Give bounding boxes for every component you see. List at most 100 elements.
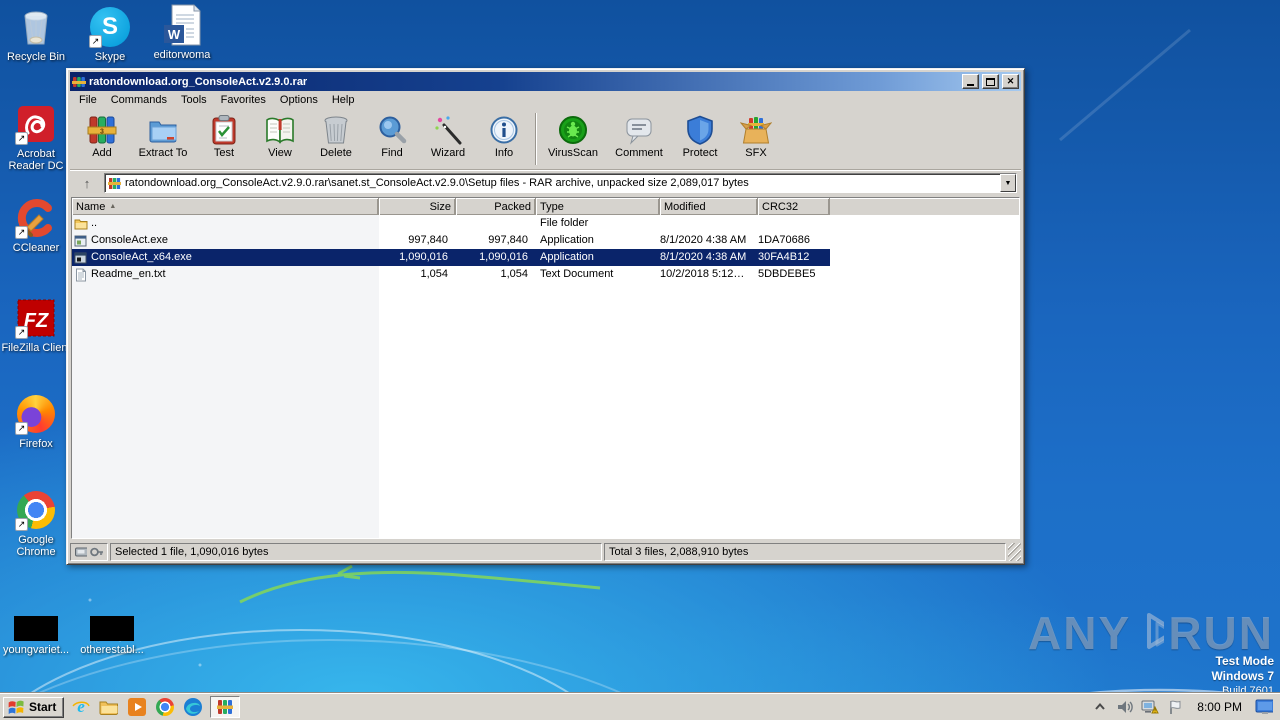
view-icon [266, 117, 294, 144]
column-header-modified[interactable]: Modified [660, 198, 758, 215]
sfx-button[interactable]: SFX [728, 111, 784, 167]
anyrun-logo-icon [1147, 613, 1165, 649]
column-header-type[interactable]: Type [536, 198, 660, 215]
list-header: Name ▲ Size Packed Type Modified CRC32 [72, 198, 1019, 215]
start-button[interactable]: Start [3, 696, 65, 718]
desktop-icon-youngvariet[interactable]: youngvariet... [0, 614, 72, 656]
table-row-consoleact-x64-exe-selected[interactable]: ConsoleAct_x64.exe 1,090,016 1,090,016 A… [72, 249, 830, 266]
title-bar[interactable]: ratondownload.org_ConsoleAct.v2.9.0.rar … [70, 72, 1021, 91]
start-label: Start [29, 700, 57, 714]
desktop-icon-label: Recycle Bin [6, 51, 66, 63]
taskbar-winrar-task-active[interactable] [210, 696, 241, 718]
taskbar-clock[interactable]: 8:00 PM [1191, 700, 1248, 714]
blank-file-icon [14, 615, 58, 641]
virusscan-icon [559, 116, 587, 144]
menu-options[interactable]: Options [273, 92, 325, 108]
list-body: .. File folder ConsoleAct.exe 997,840 99… [72, 215, 1019, 538]
find-button[interactable]: Find [364, 111, 420, 167]
taskbar-edge-icon[interactable] [182, 696, 204, 718]
address-bar[interactable]: ratondownload.org_ConsoleAct.v2.9.0.rar\… [104, 173, 1017, 193]
column-header-size[interactable]: Size [379, 198, 456, 215]
system-tray: ! 8:00 PM [1087, 696, 1277, 718]
address-row: ↑ ratondownload.org_ConsoleAct.v2.9.0.ra… [70, 170, 1021, 196]
taskbar-chrome-icon[interactable] [154, 696, 176, 718]
desktop-icon-label: Firefox [19, 438, 53, 450]
find-icon [379, 116, 407, 144]
extract-to-button[interactable]: Extract To [130, 111, 196, 167]
view-button[interactable]: View [252, 111, 308, 167]
desktop-icon-acrobat[interactable]: ↗ Acrobat Reader DC [0, 102, 72, 172]
desktop: Recycle Bin S ↗ Skype W editorwoma ↗ Acr… [0, 0, 1280, 720]
wizard-button[interactable]: Wizard [420, 111, 476, 167]
key-icon [90, 547, 103, 557]
desktop-icon-label: otherestabl... [80, 644, 144, 656]
protect-button[interactable]: Protect [672, 111, 728, 167]
taskbar-wmp-icon[interactable] [126, 696, 148, 718]
delete-icon [324, 116, 348, 144]
desktop-icon-label: youngvariet... [2, 644, 70, 656]
virusscan-button[interactable]: VirusScan [540, 111, 606, 167]
shortcut-arrow-icon: ↗ [15, 518, 28, 531]
menu-favorites[interactable]: Favorites [214, 92, 273, 108]
volume-icon[interactable] [1116, 698, 1134, 716]
sfx-icon [740, 117, 772, 144]
comment-button[interactable]: Comment [606, 111, 672, 167]
menu-commands[interactable]: Commands [104, 92, 174, 108]
close-button[interactable]: ✕ [1002, 74, 1019, 89]
desktop-icon-label: Skype [94, 51, 126, 63]
column-header-packed[interactable]: Packed [456, 198, 536, 215]
menu-tools[interactable]: Tools [174, 92, 214, 108]
table-row-parent-folder[interactable]: .. File folder [72, 215, 1019, 232]
sort-ascending-icon: ▲ [109, 203, 117, 210]
display-icon[interactable] [1255, 698, 1273, 716]
drive-icon [75, 547, 88, 557]
folder-up-icon [74, 219, 88, 229]
test-button[interactable]: Test [196, 111, 252, 167]
taskbar-explorer-icon[interactable] [98, 696, 120, 718]
add-button[interactable]: 3 Add [74, 111, 130, 167]
column-header-name[interactable]: Name ▲ [72, 198, 379, 215]
os-label: Windows 7 [1211, 669, 1274, 683]
desktop-icon-label: CCleaner [12, 242, 60, 254]
menu-file[interactable]: File [72, 92, 104, 108]
shortcut-arrow-icon: ↗ [15, 226, 28, 239]
shortcut-arrow-icon: ↗ [15, 132, 28, 145]
table-row-readme-txt[interactable]: Readme_en.txt 1,054 1,054 Text Document … [72, 266, 1019, 283]
info-button[interactable]: Info [476, 111, 532, 167]
desktop-icon-firefox[interactable]: ↗ Firefox [0, 392, 72, 450]
desktop-icon-otherestabl[interactable]: otherestabl... [76, 614, 148, 656]
delete-button[interactable]: Delete [308, 111, 364, 167]
taskbar-ie-icon[interactable]: e [70, 696, 92, 718]
desktop-icon-recycle-bin[interactable]: Recycle Bin [0, 5, 72, 63]
svg-text:!: ! [1154, 708, 1156, 714]
desktop-icon-chrome[interactable]: ↗ Google Chrome [0, 488, 72, 558]
address-text: ratondownload.org_ConsoleAct.v2.9.0.rar\… [125, 177, 749, 189]
desktop-icon-label: FileZilla Client [1, 342, 71, 354]
maximize-button[interactable] [982, 74, 999, 89]
desktop-icon-skype[interactable]: S ↗ Skype [74, 5, 146, 63]
network-warning-icon[interactable]: ! [1141, 698, 1160, 716]
desktop-icon-filezilla[interactable]: FZ ↗ FileZilla Client [0, 296, 72, 354]
winrar-task-icon [217, 700, 234, 714]
address-dropdown-button[interactable]: ▼ [1000, 174, 1016, 192]
menu-bar: File Commands Tools Favorites Options He… [70, 91, 1021, 109]
desktop-icon-ccleaner[interactable]: ↗ CCleaner [0, 196, 72, 254]
status-total-text: Total 3 files, 2,088,910 bytes [609, 546, 749, 558]
status-selected-panel: Selected 1 file, 1,090,016 bytes [110, 543, 602, 561]
svg-text:e: e [78, 697, 86, 716]
desktop-icon-editorwoma[interactable]: W editorwoma [146, 3, 218, 61]
desktop-icon-label: Google Chrome [16, 534, 56, 558]
action-center-flag-icon[interactable] [1166, 698, 1184, 716]
resize-grip[interactable] [1008, 543, 1021, 561]
table-row-consoleact-exe[interactable]: ConsoleAct.exe 997,840 997,840 Applicati… [72, 232, 1019, 249]
desktop-icon-label: editorwoma [153, 49, 211, 61]
show-hidden-icons-button[interactable] [1091, 698, 1109, 716]
taskbar: Start e ! 8:00 PM [0, 693, 1280, 720]
column-header-filler [830, 198, 1019, 215]
anyrun-watermark: ANY RUN Test Mode Windows 7 Build 7601 [1028, 606, 1274, 698]
column-header-crc32[interactable]: CRC32 [758, 198, 830, 215]
rar-archive-icon [108, 177, 121, 189]
up-one-level-button[interactable]: ↑ [74, 173, 100, 193]
menu-help[interactable]: Help [325, 92, 362, 108]
minimize-button[interactable] [962, 74, 979, 89]
